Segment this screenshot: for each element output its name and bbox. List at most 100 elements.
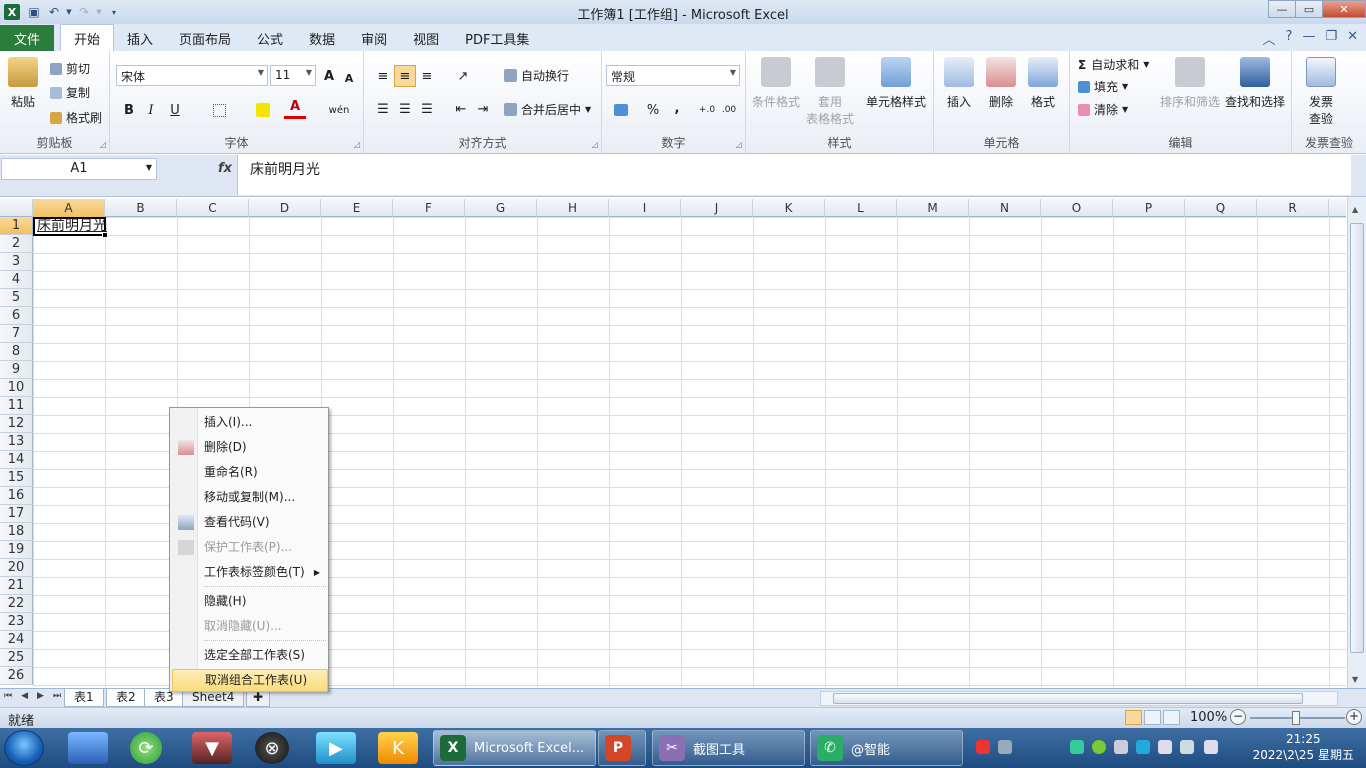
row-header[interactable]: 9 (0, 361, 33, 379)
row-header[interactable]: 1 (0, 217, 33, 235)
menu-item-select-all-sheets[interactable]: 选定全部工作表(S) (172, 644, 328, 667)
row-header[interactable]: 25 (0, 649, 33, 667)
column-header[interactable]: K (753, 199, 825, 217)
doc-restore-icon[interactable]: ❐ (1325, 29, 1337, 48)
minimize-button[interactable]: — (1268, 0, 1296, 18)
page-break-view-button[interactable] (1163, 710, 1180, 725)
row-header[interactable]: 2 (0, 235, 33, 253)
tray-app-2-icon[interactable] (1092, 740, 1106, 754)
tab-review[interactable]: 审阅 (348, 25, 400, 51)
sogou-ime-icon[interactable] (976, 740, 990, 754)
row-header[interactable]: 18 (0, 523, 33, 541)
column-header[interactable]: G (465, 199, 537, 217)
last-sheet-icon[interactable]: ⏭ (53, 691, 61, 701)
format-cells-button[interactable]: 格式 (1028, 57, 1058, 110)
doc-minimize-icon[interactable]: — (1302, 29, 1315, 48)
grow-font-button[interactable]: A (318, 65, 340, 87)
align-top-button[interactable]: ≡ (372, 65, 394, 87)
row-header[interactable]: 23 (0, 613, 33, 631)
undo-icon[interactable]: ↶ (44, 2, 64, 22)
close-button[interactable]: ✕ (1322, 0, 1366, 18)
horizontal-scrollbar[interactable] (820, 691, 1338, 706)
comma-button[interactable]: , (666, 97, 688, 119)
sheet-tab-1[interactable]: 表1 (64, 689, 104, 707)
name-box[interactable]: A1 ▼ (1, 158, 157, 180)
cell-styles-button[interactable]: 单元格样式 (866, 57, 926, 110)
font-name-combo[interactable]: 宋体 ▼ (116, 65, 268, 86)
menu-item-insert[interactable]: 插入(I)... (172, 411, 328, 434)
pinned-app-2-icon[interactable]: ⟳ (130, 732, 162, 764)
row-header[interactable]: 7 (0, 325, 33, 343)
zoom-out-button[interactable]: − (1230, 709, 1246, 725)
horizontal-scroll-thumb[interactable] (833, 693, 1303, 704)
row-header[interactable]: 14 (0, 451, 33, 469)
maximize-button[interactable]: ▭ (1295, 0, 1323, 18)
tray-app-1-icon[interactable] (1070, 740, 1084, 754)
row-header[interactable]: 12 (0, 415, 33, 433)
row-header[interactable]: 22 (0, 595, 33, 613)
row-header[interactable]: 11 (0, 397, 33, 415)
volume-icon[interactable] (1204, 740, 1218, 754)
task-wechat[interactable]: ✆ @智能 (810, 730, 963, 766)
pinned-app-4-icon[interactable]: ⊗ (255, 732, 289, 764)
underline-button[interactable]: U (164, 99, 186, 121)
menu-item-rename[interactable]: 重命名(R) (172, 461, 328, 484)
tab-insert[interactable]: 插入 (114, 25, 166, 51)
column-header[interactable]: L (825, 199, 897, 217)
column-header[interactable]: P (1113, 199, 1185, 217)
scroll-up-icon[interactable]: ▲ (1352, 205, 1358, 214)
row-header[interactable]: 20 (0, 559, 33, 577)
menu-item-tab-color[interactable]: 工作表标签颜色(T) ▶ (172, 561, 328, 584)
clipboard-launcher-icon[interactable]: ◿ (100, 140, 106, 149)
insert-function-button[interactable]: fx (218, 161, 232, 176)
doc-close-icon[interactable]: ✕ (1347, 29, 1358, 48)
row-header[interactable]: 17 (0, 505, 33, 523)
menu-item-ungroup-sheets[interactable]: 取消组合工作表(U) (172, 669, 328, 692)
tab-formulas[interactable]: 公式 (244, 25, 296, 51)
row-header[interactable]: 21 (0, 577, 33, 595)
column-header[interactable]: E (321, 199, 393, 217)
autosum-button[interactable]: Σ 自动求和 ▼ (1078, 56, 1149, 73)
vertical-scroll-thumb[interactable] (1350, 223, 1364, 653)
decrease-indent-button[interactable]: ⇤ (450, 98, 472, 120)
merge-center-button[interactable]: 合并后居中 ▼ (504, 101, 591, 118)
row-header[interactable]: 19 (0, 541, 33, 559)
ime-options-icon[interactable] (998, 740, 1012, 754)
save-icon[interactable]: ▣ (24, 2, 44, 22)
sheet-tab-2[interactable]: 表2 (106, 689, 146, 707)
clear-button[interactable]: 清除 ▼ (1078, 101, 1128, 118)
invoice-check-button[interactable]: 发票 查验 (1306, 57, 1336, 127)
normal-view-button[interactable] (1125, 710, 1142, 725)
column-header[interactable]: N (969, 199, 1041, 217)
column-header[interactable]: C (177, 199, 249, 217)
fill-color-button[interactable] (252, 99, 274, 121)
orientation-button[interactable]: ↗ (452, 65, 474, 87)
cut-button[interactable]: 剪切 (50, 60, 90, 77)
pinned-app-5-icon[interactable]: ▶ (316, 732, 356, 764)
italic-button[interactable]: I (140, 99, 162, 121)
redo-icon[interactable]: ↷ (74, 2, 94, 22)
vertical-scrollbar[interactable]: ▲ ▼ (1347, 197, 1366, 688)
column-header[interactable]: H (537, 199, 609, 217)
column-header[interactable]: J (681, 199, 753, 217)
tab-page-layout[interactable]: 页面布局 (166, 25, 244, 51)
border-button[interactable] (208, 99, 230, 121)
align-right-button[interactable]: ☰ (416, 98, 438, 120)
delete-cells-button[interactable]: 删除 (986, 57, 1016, 110)
bold-button[interactable]: B (118, 99, 140, 121)
shrink-font-button[interactable]: A (338, 67, 360, 89)
column-header[interactable]: F (393, 199, 465, 217)
select-all-corner[interactable] (0, 199, 33, 217)
row-header[interactable]: 26 (0, 667, 33, 685)
alignment-launcher-icon[interactable]: ◿ (592, 140, 598, 149)
format-as-table-button[interactable]: 套用 表格格式 (806, 57, 854, 127)
fill-button[interactable]: 填充 ▼ (1078, 78, 1128, 95)
column-header[interactable]: O (1041, 199, 1113, 217)
help-icon[interactable]: ? (1286, 29, 1293, 48)
align-left-button[interactable]: ☰ (372, 98, 394, 120)
row-header[interactable]: 3 (0, 253, 33, 271)
tab-home[interactable]: 开始 (60, 24, 115, 51)
fill-handle[interactable] (102, 232, 108, 238)
decrease-decimal-button[interactable]: .00 (718, 99, 740, 121)
row-header[interactable]: 4 (0, 271, 33, 289)
